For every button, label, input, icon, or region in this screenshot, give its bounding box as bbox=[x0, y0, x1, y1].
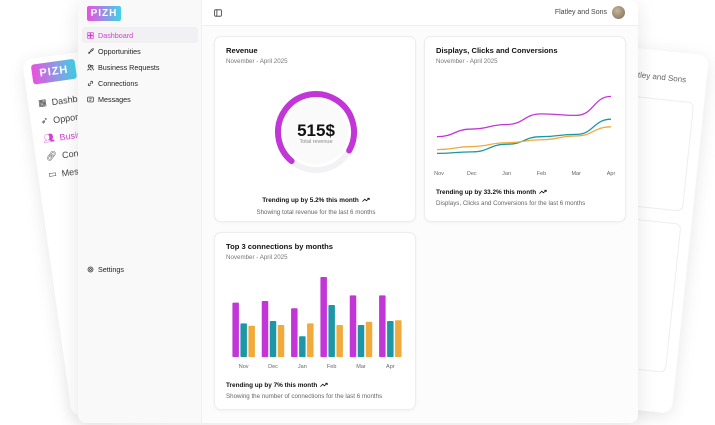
bar bbox=[291, 308, 298, 357]
message-icon: ▭ bbox=[47, 168, 58, 180]
displays-clicks-card: Displays, Clicks and Conversions Novembe… bbox=[424, 36, 626, 222]
sidebar-item-opportunities[interactable]: Opportunities bbox=[82, 43, 198, 59]
bar bbox=[357, 325, 365, 357]
x-tick-label: Mar bbox=[356, 364, 366, 370]
sidebar-item-settings[interactable]: Settings bbox=[87, 265, 124, 274]
bar bbox=[328, 305, 335, 357]
bar-chart: Nov Dec Jan Feb Mar Apr bbox=[232, 277, 402, 370]
sidebar-item-label: Business Requests bbox=[98, 62, 160, 72]
sidebar-item-messages[interactable]: Messages bbox=[82, 91, 198, 107]
line-chart: Nov Dec Jan Feb Mar Apr bbox=[434, 95, 616, 177]
sidebar-item-label: Opportunities bbox=[98, 46, 141, 56]
trending-up-icon bbox=[539, 190, 547, 195]
bar bbox=[365, 321, 373, 357]
x-tick-label: Apr bbox=[386, 364, 395, 370]
x-tick-label: Feb bbox=[327, 364, 336, 370]
user-name: Flatley and Sons bbox=[554, 9, 607, 16]
x-tick-label: Nov bbox=[434, 171, 444, 177]
sidebar-toggle-icon[interactable] bbox=[214, 9, 222, 17]
bar bbox=[232, 302, 239, 357]
trend-note: Showing total revenue for the last 6 mon… bbox=[256, 209, 376, 216]
bar bbox=[349, 295, 357, 357]
logo: PIZH bbox=[30, 58, 78, 85]
x-tick-label: Feb bbox=[537, 171, 546, 177]
bar bbox=[261, 301, 269, 357]
rocket-icon: ➶ bbox=[39, 114, 49, 126]
dashboard-icon: ▦ bbox=[37, 97, 48, 109]
sidebar-item-label: Connections bbox=[98, 78, 138, 88]
x-tick-label: Jan bbox=[502, 171, 511, 177]
connections-card: Top 3 connections by months November - A… bbox=[214, 232, 416, 410]
x-tick-label: Dec bbox=[467, 171, 477, 177]
bar bbox=[240, 323, 247, 357]
revenue-value: 515$ bbox=[297, 121, 335, 140]
bar bbox=[320, 277, 327, 357]
dashboard-content: Revenue November - April 2025 515$ Total… bbox=[202, 26, 638, 423]
dashboard-icon bbox=[87, 31, 94, 39]
x-tick-label: Apr bbox=[607, 171, 616, 177]
users-icon bbox=[87, 63, 94, 71]
x-tick-label: Dec bbox=[268, 364, 278, 370]
line-series bbox=[436, 118, 612, 155]
sidebar-item-label: Settings bbox=[98, 265, 124, 274]
revenue-caption: Total revenue bbox=[299, 139, 333, 145]
x-tick-label: Nov bbox=[239, 364, 249, 370]
message-icon bbox=[87, 96, 94, 102]
bar bbox=[299, 336, 306, 357]
sidebar-item-label: Dashboard bbox=[98, 30, 134, 40]
sidebar-item-business-requests[interactable]: Business Requests bbox=[82, 59, 198, 75]
line-series bbox=[436, 95, 612, 138]
trend-note: Displays, Clicks and Conversions for the… bbox=[436, 200, 586, 207]
bar bbox=[248, 325, 255, 357]
bar bbox=[379, 295, 386, 357]
link-icon bbox=[87, 80, 94, 86]
revenue-card: Revenue November - April 2025 515$ Total… bbox=[214, 36, 416, 222]
top-bar: Flatley and Sons bbox=[202, 0, 638, 26]
bar bbox=[336, 325, 343, 357]
bar bbox=[269, 321, 277, 357]
logo[interactable]: PIZH bbox=[87, 6, 121, 21]
app-window: PIZH Dashboard Opportunities Business Re… bbox=[78, 0, 638, 423]
sidebar-item-dashboard[interactable]: Dashboard bbox=[82, 27, 198, 43]
sidebar-item-connections[interactable]: Connections bbox=[82, 75, 198, 91]
sidebar: PIZH Dashboard Opportunities Business Re… bbox=[78, 0, 202, 423]
bar bbox=[387, 321, 394, 357]
empty-area bbox=[424, 232, 626, 410]
x-tick-label: Jan bbox=[298, 364, 307, 370]
bar bbox=[307, 323, 314, 357]
trend-text: Trending up by 5.2% this month bbox=[215, 197, 417, 204]
bar bbox=[277, 325, 285, 357]
user-menu[interactable]: Flatley and Sons bbox=[555, 6, 625, 19]
rocket-icon bbox=[88, 47, 94, 54]
x-tick-label: Mar bbox=[571, 171, 581, 177]
trend-text: Trending up by 7% this month bbox=[226, 382, 328, 389]
link-icon: 🔗︎ bbox=[44, 150, 58, 162]
screenshot-stage: PIZH ▦ Dashboard ➶ Opportur 👥︎ Busines 🔗︎ Co… bbox=[0, 0, 715, 425]
trending-up-icon bbox=[361, 198, 370, 203]
gear-icon bbox=[87, 266, 94, 273]
trending-up-icon bbox=[320, 383, 328, 388]
trend-note: Showing the number of connections for th… bbox=[226, 393, 383, 400]
users-icon: 👥︎ bbox=[42, 132, 56, 144]
bar bbox=[395, 320, 402, 357]
trend-text: Trending up by 33.2% this month bbox=[436, 189, 547, 196]
sidebar-item-label: Messages bbox=[98, 94, 131, 104]
sidebar-nav: Dashboard Opportunities Business Request… bbox=[82, 27, 198, 107]
avatar[interactable] bbox=[612, 6, 625, 19]
